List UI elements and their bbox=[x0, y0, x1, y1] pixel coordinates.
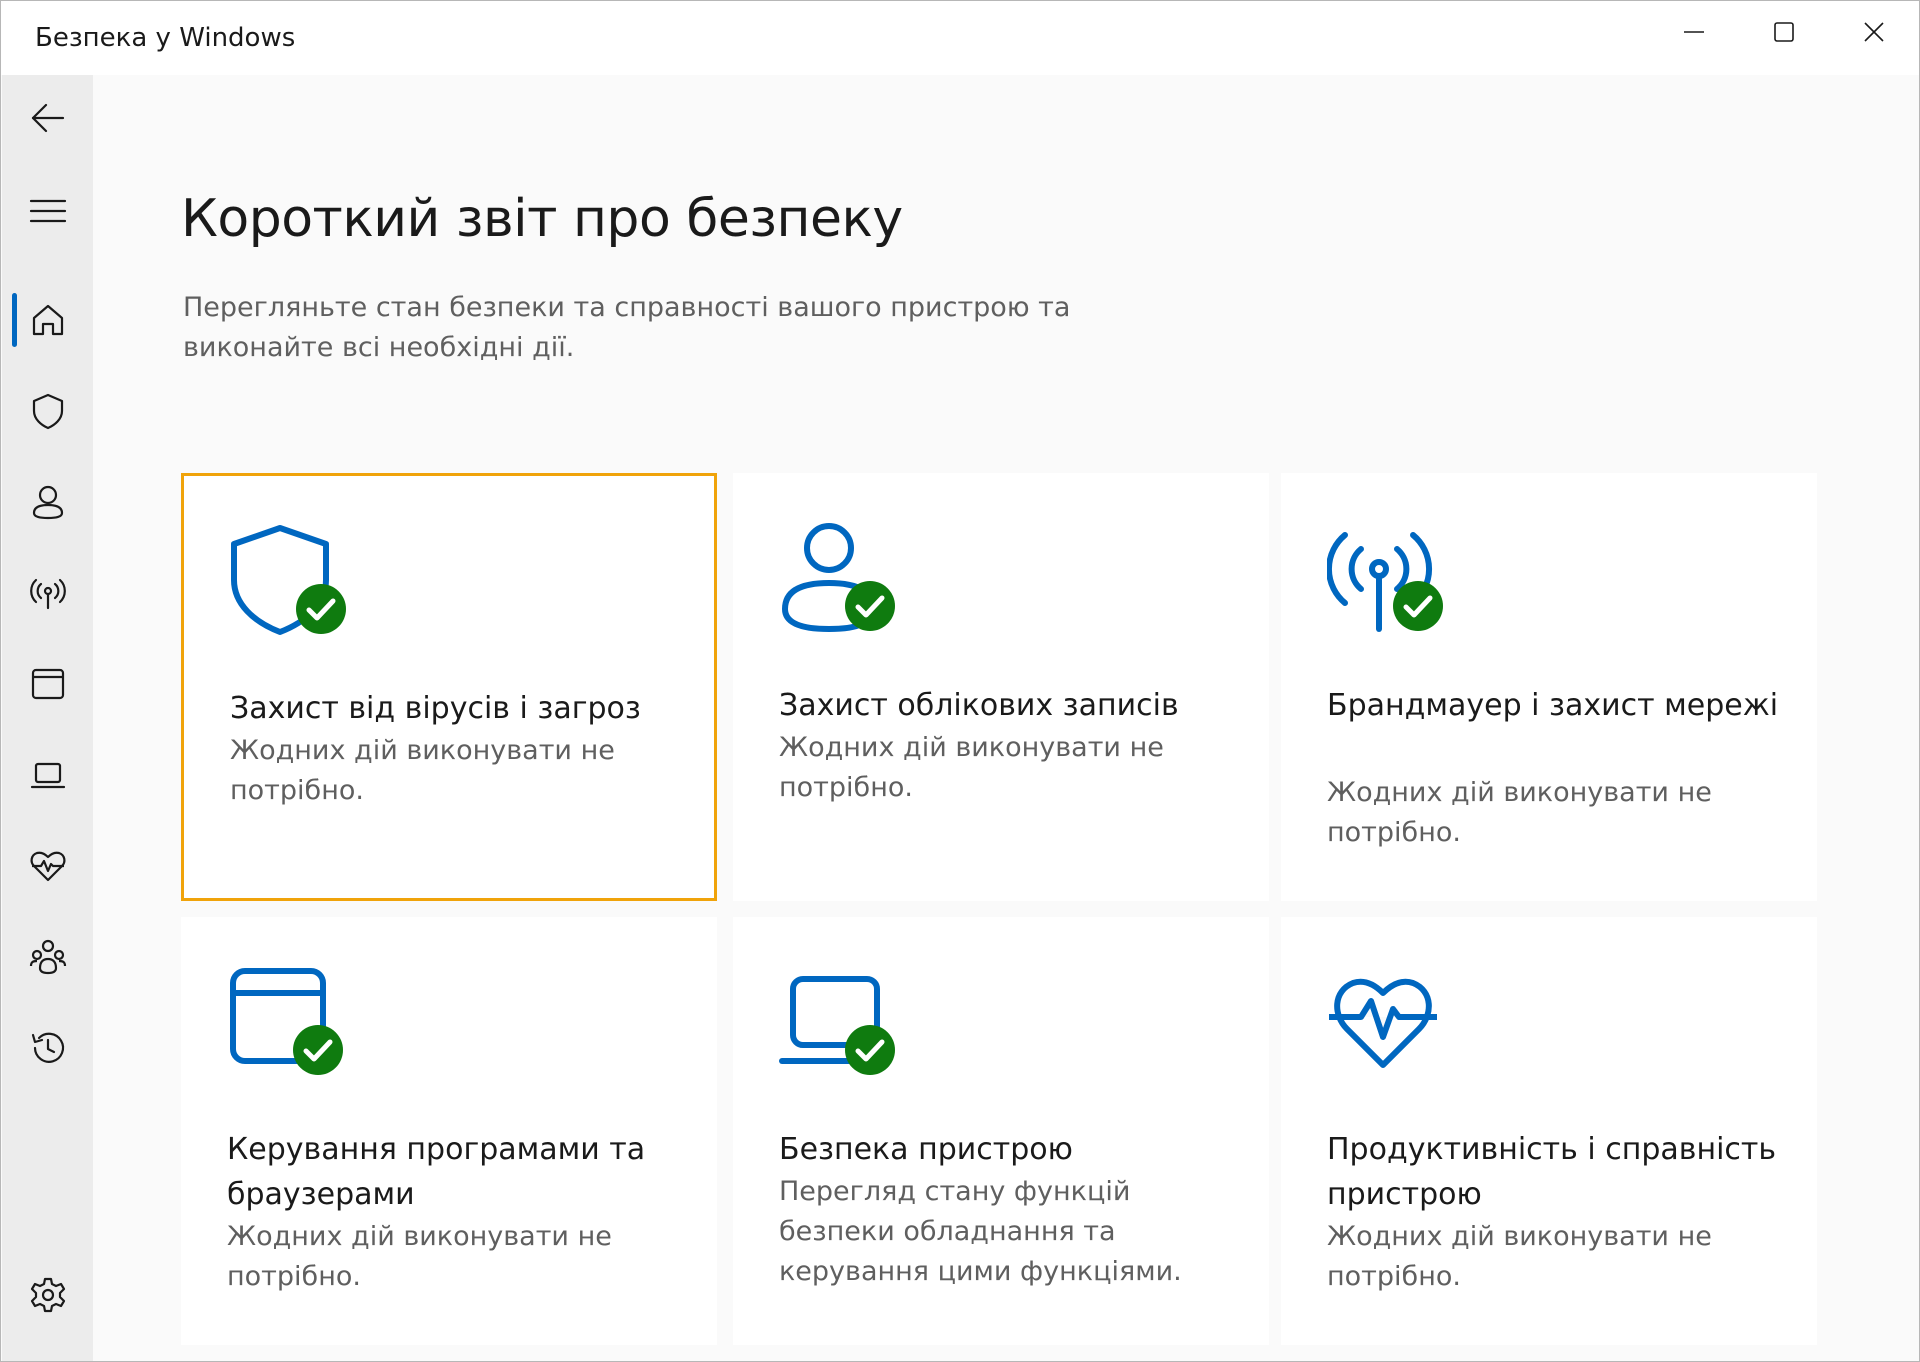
main-content: Короткий звіт про безпеку Перегляньте ст… bbox=[93, 75, 1919, 1361]
status-ok-check-icon bbox=[845, 1025, 895, 1075]
card-description: Жодних дій виконувати не потрібно. bbox=[1327, 777, 1712, 848]
card-title: Керування програмами та браузерами bbox=[227, 1132, 646, 1212]
heart-pulse-icon bbox=[1329, 978, 1437, 1068]
nav-item-account-protection[interactable] bbox=[2, 464, 93, 540]
heart-pulse-icon bbox=[30, 851, 65, 882]
card-description: Жодних дій виконувати не потрібно. bbox=[227, 1221, 612, 1292]
card-title: Захист облікових записів bbox=[779, 688, 1179, 723]
settings-gear-icon bbox=[30, 1277, 65, 1313]
card-title: Захист від вірусів і загроз bbox=[230, 691, 641, 726]
nav-item-app-browser-control[interactable] bbox=[2, 646, 93, 722]
maximize-icon bbox=[1774, 22, 1794, 42]
nav-item-home[interactable] bbox=[2, 282, 93, 358]
card-description: Жодних дій виконувати не потрібно. bbox=[779, 732, 1164, 803]
nav-item-family-options[interactable] bbox=[2, 919, 93, 995]
card-device-performance-health[interactable]: Продуктивність і справність пристрою Жод… bbox=[1281, 917, 1817, 1345]
nav-item-settings[interactable] bbox=[2, 1257, 93, 1333]
card-icon bbox=[227, 965, 343, 1077]
menu-toggle-button[interactable] bbox=[2, 173, 93, 249]
card-icon bbox=[1327, 965, 1439, 1077]
card-title: Брандмауер і захист мережі bbox=[1327, 688, 1779, 723]
maximize-button[interactable] bbox=[1739, 1, 1829, 63]
card-icon bbox=[779, 965, 895, 1077]
app-window-icon bbox=[31, 668, 64, 700]
app-window: Безпека у Windows Короткий звіт про безп… bbox=[0, 0, 1920, 1362]
laptop-icon bbox=[30, 762, 65, 789]
card-description: Перегляд стану функцій безпеки обладнанн… bbox=[779, 1176, 1182, 1287]
app-title: Безпека у Windows bbox=[35, 23, 296, 53]
card-description: Жодних дій виконувати не потрібно. bbox=[1327, 1221, 1712, 1292]
back-arrow-icon bbox=[31, 103, 64, 133]
status-ok-check-icon bbox=[1393, 581, 1443, 631]
status-ok-check-icon bbox=[845, 581, 895, 631]
card-account-protection[interactable]: Захист облікових записів Жодних дій вико… bbox=[733, 473, 1269, 901]
minimize-icon bbox=[1684, 31, 1704, 33]
close-button[interactable] bbox=[1829, 1, 1919, 63]
page-title: Короткий звіт про безпеку bbox=[181, 189, 903, 249]
card-virus-threat-protection[interactable]: Захист від вірусів і загроз Жодних дій в… bbox=[181, 473, 717, 901]
card-title: Безпека пристрою bbox=[779, 1132, 1073, 1167]
card-app-browser-control[interactable]: Керування програмами та браузерами Жодни… bbox=[181, 917, 717, 1345]
history-icon bbox=[31, 1032, 64, 1063]
nav-item-protection-history[interactable] bbox=[2, 1010, 93, 1086]
card-description: Жодних дій виконувати не потрібно. bbox=[230, 735, 615, 806]
nav-item-firewall[interactable] bbox=[2, 555, 93, 631]
close-icon bbox=[1864, 22, 1884, 42]
person-icon bbox=[32, 485, 63, 520]
hamburger-menu-icon bbox=[29, 199, 66, 223]
nav-item-device-security[interactable] bbox=[2, 737, 93, 813]
shield-icon bbox=[32, 393, 63, 430]
wireless-antenna-icon bbox=[29, 578, 66, 610]
status-ok-check-icon bbox=[293, 1025, 343, 1075]
card-title: Продуктивність і справність пристрою bbox=[1327, 1132, 1777, 1212]
nav-item-device-health[interactable] bbox=[2, 828, 93, 904]
card-icon bbox=[779, 521, 895, 633]
nav-rail bbox=[2, 75, 93, 1361]
minimize-button[interactable] bbox=[1649, 1, 1739, 63]
card-icon bbox=[230, 524, 346, 636]
card-device-security[interactable]: Безпека пристрою Перегляд стану функцій … bbox=[733, 917, 1269, 1345]
card-icon bbox=[1327, 521, 1443, 633]
card-firewall-network-protection[interactable]: Брандмауер і захист мережі Жодних дій ви… bbox=[1281, 473, 1817, 901]
status-ok-check-icon bbox=[296, 584, 346, 634]
home-icon bbox=[32, 304, 63, 336]
back-button[interactable] bbox=[2, 80, 93, 156]
nav-item-virus-protection[interactable] bbox=[2, 373, 93, 449]
title-bar[interactable]: Безпека у Windows bbox=[1, 1, 1919, 75]
page-subtitle: Перегляньте стан безпеки та справності в… bbox=[183, 292, 1071, 363]
family-icon bbox=[29, 939, 66, 975]
